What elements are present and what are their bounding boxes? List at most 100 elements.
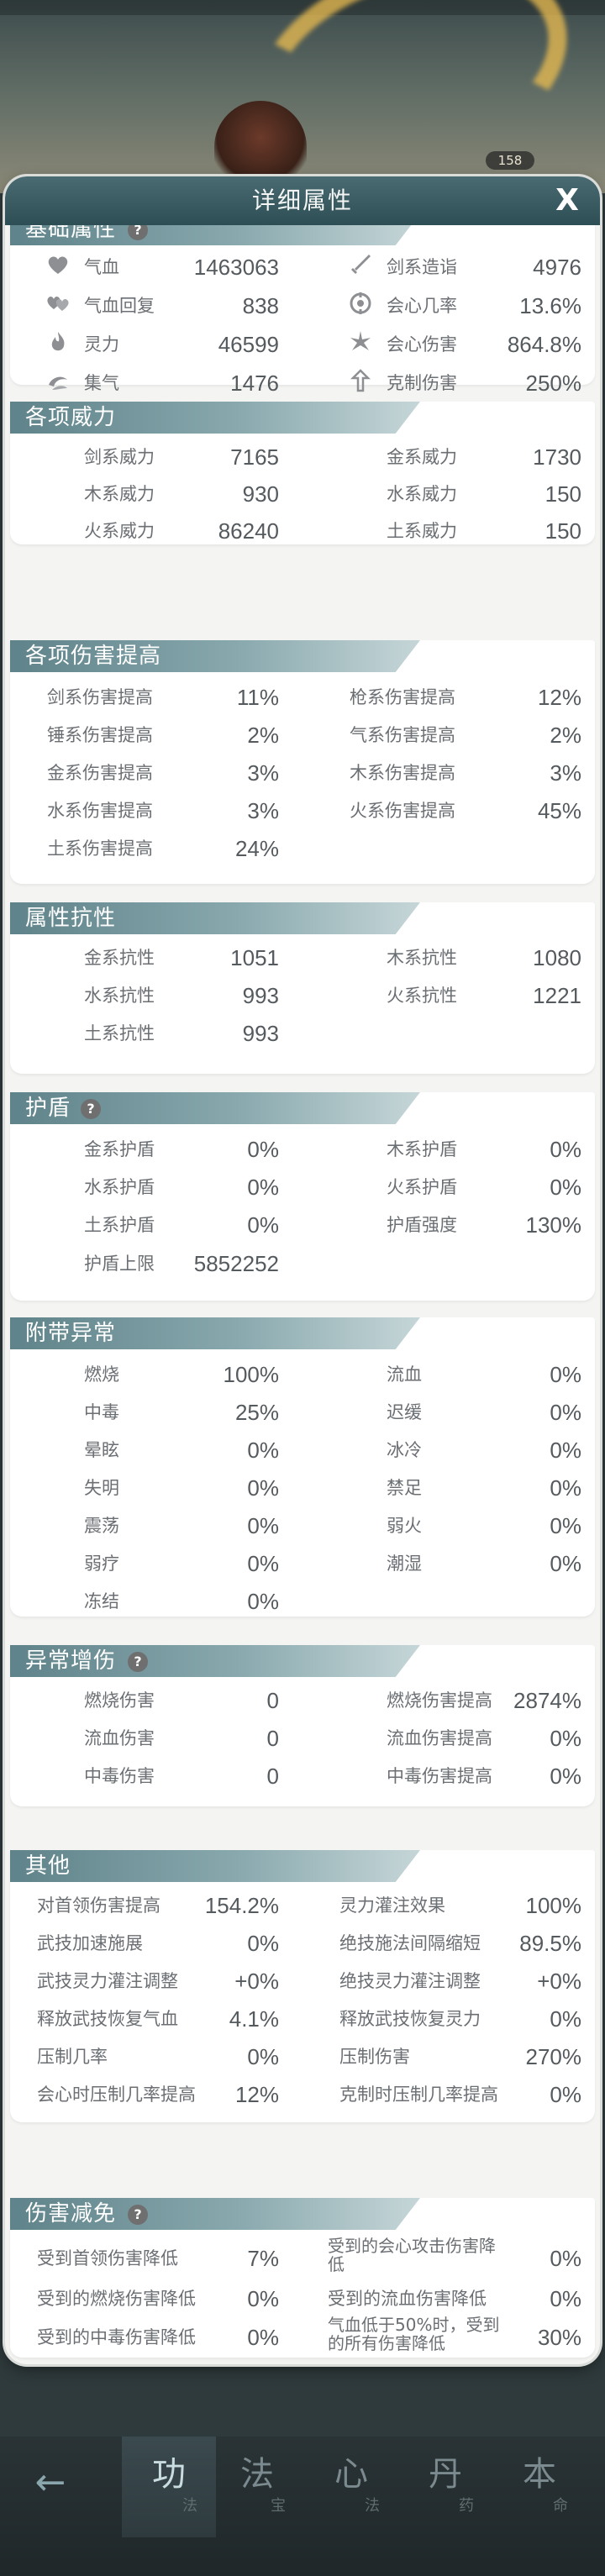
section-base-attributes: 基础属性 ? 气血 1463063 剑系造诣 4976 气血回复 838 会心几… bbox=[10, 225, 595, 396]
section-title: 伤害减免 bbox=[25, 2201, 117, 2226]
stat-value: 0% bbox=[550, 2286, 581, 2311]
stat-label: 金系伤害提高 bbox=[47, 763, 153, 783]
nav-tab-fabao[interactable]: 法 宝 bbox=[210, 2437, 304, 2537]
stat-label: 燃烧伤害 bbox=[84, 1690, 155, 1711]
stat-label: 剑系威力 bbox=[84, 447, 155, 467]
stat-value: 0% bbox=[247, 1589, 279, 1614]
stat-label: 受到首领伤害降低 bbox=[37, 2248, 178, 2268]
stat-value: 45% bbox=[537, 798, 581, 823]
stat-label: 锤系伤害提高 bbox=[47, 725, 153, 745]
stat-value: 4.1% bbox=[229, 2006, 279, 2032]
stat-value: 0% bbox=[247, 1513, 279, 1538]
stat-label: 气血回复 bbox=[84, 296, 155, 316]
section-title: 护盾 bbox=[25, 1096, 71, 1121]
stat-label: 剑系造诣 bbox=[387, 257, 457, 277]
help-icon[interactable]: ? bbox=[128, 2205, 148, 2225]
stat-label: 火系护盾 bbox=[387, 1177, 457, 1197]
nav-tab-xinfa[interactable]: 心 法 bbox=[304, 2437, 398, 2537]
stat-value: 1476 bbox=[230, 371, 279, 396]
stat-label: 火系抗性 bbox=[387, 986, 457, 1006]
stat-value: 864.8% bbox=[507, 332, 581, 357]
stat-value: 1463063 bbox=[193, 255, 279, 280]
stat-value: 0% bbox=[550, 1362, 581, 1387]
stat-label: 压制伤害 bbox=[339, 2047, 410, 2067]
help-icon[interactable]: ? bbox=[81, 1099, 101, 1119]
section-status-damage: 异常增伤 ? 燃烧伤害 0 燃烧伤害提高 2874% 流血伤害 0 流血伤害提高… bbox=[10, 1645, 595, 1806]
nav-tab-char: 心 bbox=[334, 2455, 368, 2494]
stat-label: 燃烧 bbox=[84, 1364, 119, 1385]
stat-label: 对首领伤害提高 bbox=[37, 1895, 160, 1916]
section-title: 附带异常 bbox=[25, 1321, 117, 1346]
stat-label: 压制几率 bbox=[37, 2047, 108, 2067]
stat-value: 838 bbox=[242, 293, 279, 318]
section-other: 其他 对首领伤害提高 154.2% 灵力灌注效果 100% 武技加速施展 0% … bbox=[10, 1850, 595, 2122]
stat-label: 水系护盾 bbox=[84, 1177, 155, 1197]
nav-tab-gongfa[interactable]: 功 法 bbox=[122, 2437, 216, 2537]
stat-value: 1051 bbox=[230, 945, 279, 970]
nav-tab-subchar: 药 bbox=[459, 2497, 474, 2515]
stat-label: 武技灵力灌注调整 bbox=[37, 1971, 178, 1991]
stat-value: 0 bbox=[266, 1726, 279, 1751]
section-title: 各项威力 bbox=[25, 405, 117, 430]
stat-value: 25% bbox=[234, 1400, 279, 1425]
stat-value: 0% bbox=[247, 1551, 279, 1576]
stat-label: 震荡 bbox=[84, 1516, 119, 1536]
nav-tab-char: 功 bbox=[152, 2455, 186, 2494]
stat-value: 89.5% bbox=[519, 1931, 581, 1956]
section-title: 其他 bbox=[25, 1853, 71, 1879]
stat-label: 金系威力 bbox=[387, 447, 457, 467]
attribute-scroll-area[interactable]: 基础属性 ? 气血 1463063 剑系造诣 4976 气血回复 838 会心几… bbox=[5, 225, 600, 2364]
stat-label: 晕眩 bbox=[84, 1440, 119, 1460]
stat-value: 0% bbox=[550, 1400, 581, 1425]
crit-damage-icon bbox=[350, 331, 371, 350]
stat-label: 弱火 bbox=[387, 1516, 422, 1536]
stat-value: 5852252 bbox=[193, 1251, 279, 1276]
section-title: 基础属性 bbox=[25, 225, 117, 242]
stat-value: 0% bbox=[247, 1137, 279, 1162]
stat-value: 30% bbox=[537, 2325, 581, 2350]
close-button[interactable]: X bbox=[550, 183, 585, 218]
stat-value: 0% bbox=[550, 1175, 581, 1200]
heart-icon bbox=[48, 256, 68, 274]
nav-tab-benming[interactable]: 本 命 bbox=[492, 2437, 587, 2537]
stat-value: 0% bbox=[247, 2325, 279, 2350]
stat-value: 0% bbox=[550, 2082, 581, 2107]
stat-value: 270% bbox=[525, 2044, 582, 2069]
stat-label: 火系威力 bbox=[84, 521, 155, 541]
stat-value: +0% bbox=[234, 1969, 279, 1994]
nav-tab-danyao[interactable]: 丹 药 bbox=[398, 2437, 492, 2537]
stat-label: 流血 bbox=[387, 1364, 422, 1385]
stat-value: 13.6% bbox=[519, 293, 581, 318]
stat-value: 150 bbox=[544, 481, 581, 507]
section-header bbox=[10, 1850, 420, 1882]
stat-label: 绝技施法间隔缩短 bbox=[339, 1933, 481, 1953]
help-icon[interactable]: ? bbox=[128, 1652, 148, 1672]
back-arrow-icon[interactable]: ← bbox=[25, 2462, 76, 2504]
stat-value: 0% bbox=[247, 1175, 279, 1200]
stat-value: 0% bbox=[550, 1475, 581, 1501]
stat-label: 护盾上限 bbox=[84, 1254, 155, 1274]
stat-value: 100% bbox=[525, 1893, 582, 1918]
stat-label: 迟缓 bbox=[387, 1402, 422, 1422]
stat-value: 154.2% bbox=[204, 1893, 279, 1918]
flame-icon bbox=[51, 332, 65, 351]
stat-value: 0% bbox=[550, 1726, 581, 1751]
stat-value: 2% bbox=[247, 723, 279, 748]
stat-label: 集气 bbox=[84, 373, 119, 393]
stat-value: 0 bbox=[266, 1764, 279, 1789]
stat-value: 1221 bbox=[533, 983, 581, 1008]
stat-label: 剑系伤害提高 bbox=[47, 687, 153, 707]
stat-label: 水系抗性 bbox=[84, 986, 155, 1006]
stat-value: 130% bbox=[525, 1212, 582, 1238]
stat-label: 失明 bbox=[84, 1478, 119, 1498]
stat-value: 0% bbox=[247, 1212, 279, 1238]
section-damage-reduction: 伤害减免 ? 受到首领伤害降低 7% 受到的会心攻击伤害降低 0% 受到的燃烧伤… bbox=[10, 2198, 595, 2358]
section-title: 异常增伤 bbox=[25, 1648, 117, 1674]
section-header bbox=[10, 1092, 420, 1124]
stat-label: 武技加速施展 bbox=[37, 1933, 143, 1953]
crit-rate-icon bbox=[350, 292, 371, 314]
section-shield: 护盾 ? 金系护盾 0% 木系护盾 0% 水系护盾 0% 火系护盾 0% 土系护… bbox=[10, 1092, 595, 1301]
follower-count-badge: 158 bbox=[486, 151, 534, 170]
stat-value: 0% bbox=[247, 1931, 279, 1956]
stat-label: 木系护盾 bbox=[387, 1139, 457, 1159]
